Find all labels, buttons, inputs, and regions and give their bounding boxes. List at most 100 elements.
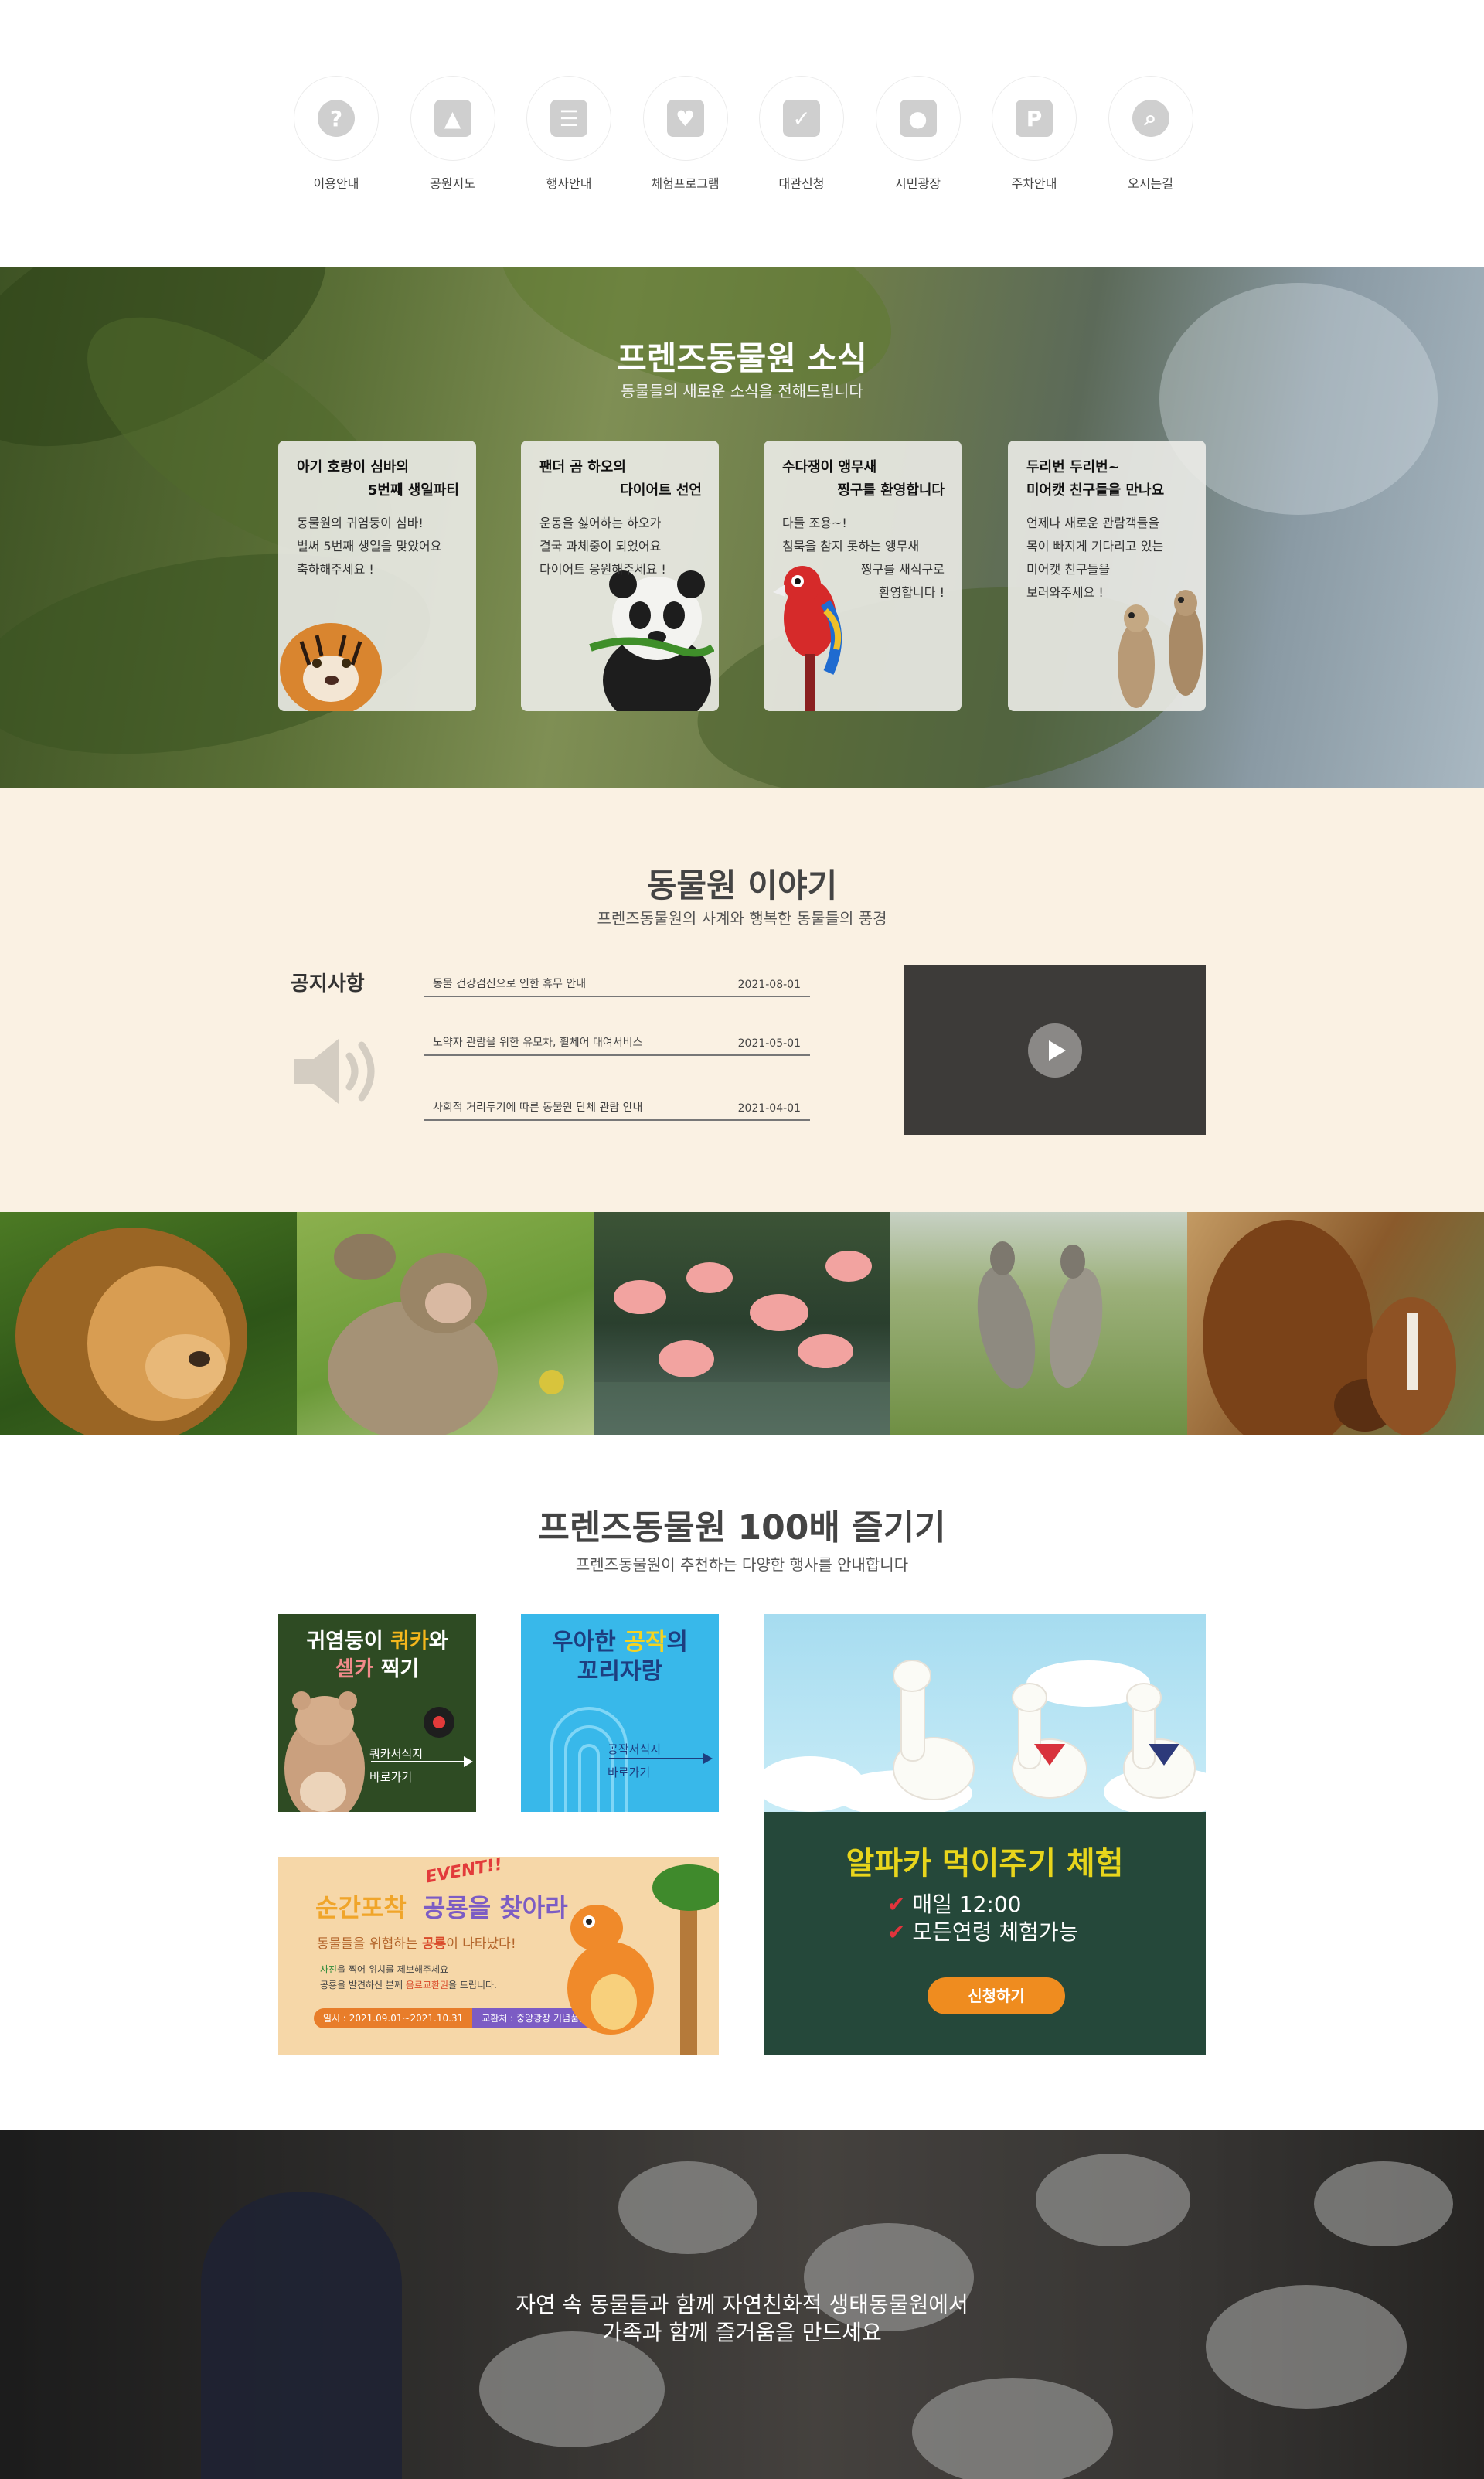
dino-note-c: 공룡을 발견하신 분께: [320, 1980, 406, 1990]
gallery-image-lion[interactable]: [0, 1212, 297, 1435]
hand-heart-icon: ♥: [666, 100, 704, 137]
news-card-body-line: 침묵을 참지 못하는 앵무새: [782, 539, 920, 553]
quick-menu-item[interactable]: P 주차안내: [972, 76, 1096, 192]
dinosaur-illustration: [567, 1864, 719, 2055]
play-icon: [1049, 1040, 1066, 1061]
gallery-image-flamingo[interactable]: [594, 1212, 890, 1435]
news-card-title-line: 팬더 곰 하오의: [539, 459, 626, 475]
news-card-body-line: 결국 과체중이 되었어요: [539, 539, 662, 553]
quick-menu-label: 공원지도: [430, 176, 475, 191]
quick-menu-item[interactable]: ? 이용안내: [274, 76, 398, 192]
quokka-title-c: 와: [428, 1629, 448, 1653]
news-card-title-line: 두리번 두리번~: [1026, 459, 1120, 475]
news-card-body-line: 동물원의 귀염둥이 심바!: [297, 516, 424, 530]
dino-sub-b: 공룡: [421, 1936, 447, 1952]
enjoy-subtitle: 프렌즈동물원이 추천하는 다양한 행사를 안내합니다: [575, 1555, 909, 1574]
story-subtitle: 프렌즈동물원의 사계와 행복한 동물들의 풍경: [597, 909, 887, 928]
quick-menu-item[interactable]: ⌕ 오시는길: [1089, 76, 1213, 192]
news-card[interactable]: 수다쟁이 앵무새찡구를 환영합니다다들 조용~! 침묵을 참지 못하는 앵무새 찡구…: [764, 441, 962, 711]
quick-menu-label: 이용안내: [313, 176, 359, 191]
parking-icon: P: [1016, 100, 1053, 137]
quick-menu-item[interactable]: ▲ 공원지도: [391, 76, 515, 192]
notice-row[interactable]: 동물 건강검진으로 인한 휴무 안내 2021-08-01: [424, 965, 810, 997]
dino-date: 일시 : 2021.09.01~2021.10.31: [314, 2008, 473, 2028]
peacock-tail-card[interactable]: 우아한 공작의 꼬리자랑 공작서식지 바로가기: [521, 1614, 719, 1812]
quokka-selfie-card[interactable]: 귀염둥이 쿼카와 셀카 찍기 쿼카서식지 바로가기: [278, 1614, 476, 1812]
quick-menu-circle[interactable]: ☰: [526, 76, 611, 161]
news-card-title: 두리번 두리번~ 미어캣 친구들을 만나요: [1026, 456, 1189, 502]
person-plaza-icon: ●: [899, 100, 937, 137]
news-card-body-line: 환영합니다 !: [878, 585, 945, 600]
dino-event-card[interactable]: EVENT!! 순간포착 공룡을 찾아라 동물들을 위협하는 공룡이 나타났다!…: [278, 1857, 719, 2055]
news-card[interactable]: 두리번 두리번~ 미어캣 친구들을 만나요언제나 새로운 관람객들을목이 빠지게 …: [1008, 441, 1206, 711]
quokka-title-e: 찍기: [373, 1657, 420, 1681]
arrow-right-icon: [464, 1756, 473, 1767]
news-card-body: 동물원의 귀염둥이 심바! 벌써 5번째 생일을 맞았어요 축하해주세요 !: [297, 512, 459, 581]
video-player[interactable]: [904, 965, 1206, 1135]
news-card-title: 아기 호랑이 심바의 5번째 생일파티: [297, 456, 459, 502]
enjoy-title: 프렌즈동물원 100배 즐기기: [538, 1508, 946, 1548]
news-card-body: 다들 조용~! 침묵을 참지 못하는 앵무새 찡구를 새식구로 환영합니다 !: [782, 512, 945, 604]
notice-row[interactable]: 사회적 거리두기에 따른 동물원 단체 관람 안내 2021-04-01: [424, 1088, 810, 1121]
peacock-title-a: 우아한: [551, 1629, 625, 1656]
dino-note-e: 을 드립니다.: [448, 1980, 497, 1990]
gallery-image-monkey[interactable]: [297, 1212, 594, 1435]
news-card[interactable]: 아기 호랑이 심바의 5번째 생일파티동물원의 귀염둥이 심바! 벌써 5번째 생일…: [278, 441, 476, 711]
quick-menu-circle[interactable]: P: [992, 76, 1077, 161]
quick-menu-label: 오시는길: [1128, 176, 1173, 191]
quokka-link-go: 바로가기: [369, 1770, 413, 1784]
enjoy-section: 프렌즈동물원 100배 즐기기 프렌즈동물원이 추천하는 다양한 행사를 안내합…: [0, 1435, 1484, 2130]
play-button[interactable]: [1028, 1023, 1082, 1078]
notice-heading: 공지사항: [291, 972, 365, 996]
news-card-body-line: 목이 빠지게 기다리고 있는: [1026, 539, 1164, 553]
news-card-body-line: 축하해주세요 !: [297, 562, 374, 577]
notice-title[interactable]: 노약자 관람을 위한 유모차, 휠체어 대여서비스: [433, 1034, 642, 1050]
quick-menu-label: 시민광장: [895, 176, 941, 191]
news-card-title-line: 찡구를 환영합니다: [837, 482, 945, 499]
quick-menu-circle[interactable]: ⌕: [1108, 76, 1193, 161]
news-card-title-line: 수다쟁이 앵무새: [782, 459, 877, 475]
notice-date: 2021-08-01: [737, 979, 801, 991]
quick-menu-circle[interactable]: ▲: [410, 76, 495, 161]
quick-menu-circle[interactable]: ♥: [642, 76, 728, 161]
dino-note-d: 음료교환권: [405, 1980, 449, 1990]
alpaca-title: 알파카 먹이주기 체험: [846, 1846, 1124, 1881]
news-card-title-line: 5번째 생일파티: [367, 482, 459, 499]
bottom-line-2: 가족과 함께 즐거움을 만드세요: [602, 2320, 882, 2345]
animal-gallery: [0, 1212, 1484, 1435]
quick-menu-circle[interactable]: ●: [875, 76, 961, 161]
event-label: EVENT!!: [424, 1857, 504, 1888]
alpaca-sky: [764, 1614, 1206, 1817]
story-section: 동물원 이야기 프렌즈동물원의 사계와 행복한 동물들의 풍경 공지사항 동물 …: [0, 788, 1484, 1212]
quokka-title-b: 쿼카: [390, 1629, 429, 1653]
check-icon: ✔: [887, 1892, 906, 1917]
quick-menu-item[interactable]: ☰ 행사안내: [507, 76, 631, 192]
dino-sub-a: 동물들을 위협하는: [317, 1936, 422, 1952]
news-card[interactable]: 팬더 곰 하오의 다이어트 선언 운동을 싫어하는 하오가 결국 과체중이 되었어요 다…: [521, 441, 719, 711]
gallery-image-horse[interactable]: [1187, 1212, 1484, 1435]
apply-button[interactable]: 신청하기: [928, 1977, 1065, 2014]
directions-search-icon: ⌕: [1132, 100, 1169, 137]
quick-menu-circle[interactable]: ✓: [759, 76, 844, 161]
quick-menu-circle[interactable]: ?: [294, 76, 379, 161]
quick-menu-item[interactable]: ● 시민광장: [856, 76, 980, 192]
dino-title-b: 공룡을 찾아라: [422, 1893, 568, 1922]
quick-menu: ? 이용안내 ▲ 공원지도 ☰ 행사안내 ♥ 체험프로그램 ✓ 대관신청 ● 시민광장 P 주차안내 ⌕ 오시…: [0, 0, 1484, 267]
news-card-body-line: 다들 조용~!: [782, 516, 847, 530]
news-card-body-line: 언제나 새로운 관람객들을: [1026, 516, 1160, 530]
notice-title[interactable]: 동물 건강검진으로 인한 휴무 안내: [433, 976, 586, 991]
check-icon: ✔: [887, 1919, 906, 1945]
arrow-right-icon: [703, 1753, 713, 1764]
news-section: 프렌즈동물원 소식 동물들의 새로운 소식을 전해드립니다 아기 호랑이 심바의…: [0, 267, 1484, 788]
notice-row[interactable]: 노약자 관람을 위한 유모차, 휠체어 대여서비스 2021-05-01: [424, 1023, 810, 1056]
alpaca-feeding-card[interactable]: 알파카 먹이주기 체험 ✔ 매일 12:00 ✔ 모든연령 체험가능 신청하기: [764, 1614, 1206, 2055]
quokka-title-a: 귀염둥이: [306, 1629, 391, 1653]
news-card-body-line: 운동을 싫어하는 하오가: [539, 516, 662, 530]
quick-menu-item[interactable]: ✓ 대관신청: [740, 76, 863, 192]
news-card-body: 언제나 새로운 관람객들을 목이 빠지게 기다리고 있는 미어캣 친구들을 보러와주세…: [1026, 512, 1189, 604]
quick-menu-item[interactable]: ♥ 체험프로그램: [624, 76, 747, 192]
notice-title[interactable]: 사회적 거리두기에 따른 동물원 단체 관람 안내: [433, 1099, 642, 1115]
news-card-title: 수다쟁이 앵무새찡구를 환영합니다: [782, 456, 945, 502]
arrow-line: [609, 1758, 708, 1759]
gallery-image-kangaroo[interactable]: [890, 1212, 1187, 1435]
